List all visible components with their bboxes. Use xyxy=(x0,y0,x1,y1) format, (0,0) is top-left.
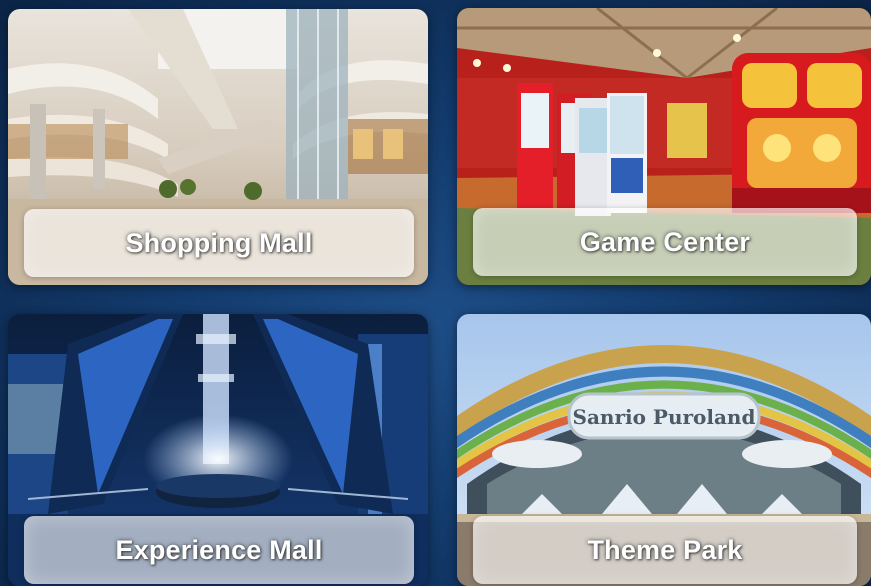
experience-mall-label-plate: Experience Mall xyxy=(24,516,414,584)
experience-mall-label: Experience Mall xyxy=(115,534,323,565)
theme-park-card[interactable]: Sanrio Puroland Theme Park xyxy=(457,314,871,586)
theme-park-label-plate: Theme Park xyxy=(473,516,857,584)
game-center-label: Game Center xyxy=(579,226,751,257)
shopping-mall-label: Shopping Mall xyxy=(125,227,313,258)
experience-mall-card[interactable]: Experience Mall xyxy=(8,314,428,586)
game-center-label-plate: Game Center xyxy=(473,208,857,276)
venue-grid: Shopping Mall Game Center Experience Mal… xyxy=(0,0,871,586)
game-center-card[interactable]: Game Center xyxy=(457,8,871,285)
shopping-mall-card[interactable]: Shopping Mall xyxy=(8,9,428,285)
sanrio-puroland-sign: Sanrio Puroland xyxy=(573,405,756,429)
theme-park-label: Theme Park xyxy=(587,534,743,565)
shopping-mall-label-plate: Shopping Mall xyxy=(24,209,414,277)
